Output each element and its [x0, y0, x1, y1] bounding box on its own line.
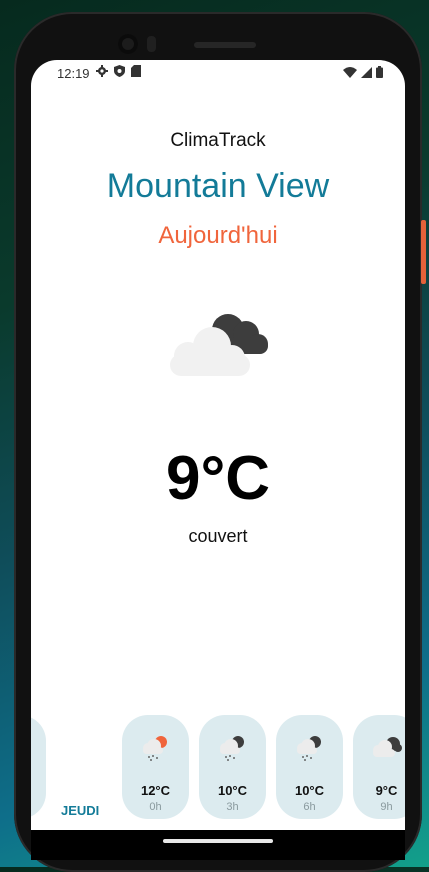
cloudy-icon	[170, 314, 268, 376]
app-screen: 12:19 ClimaTrack Mountain View Aujourd'h…	[31, 60, 405, 830]
forecast-temp: 10°C	[217, 783, 248, 798]
forecast-day-label: JEUDI	[61, 803, 100, 818]
rain-cloud-icon	[297, 736, 321, 761]
status-bar: 12:19	[31, 60, 405, 86]
sensor	[147, 36, 156, 52]
forecast-temp: 12°C	[140, 783, 171, 798]
wifi-icon	[343, 66, 357, 78]
cloudy-icon	[373, 737, 402, 757]
current-temperature: 9°C	[165, 444, 271, 513]
sim-card-icon	[131, 65, 141, 77]
signal-icon	[361, 66, 372, 78]
power-button	[421, 220, 426, 284]
shield-icon	[114, 65, 125, 77]
forecast-card[interactable]: 9°C 9h	[353, 715, 405, 819]
forecast-card-previous[interactable]	[31, 715, 46, 819]
navigation-bar	[31, 830, 405, 860]
forecast-hour: 9h	[380, 801, 393, 813]
battery-icon	[376, 66, 383, 78]
app-title: ClimaTrack	[170, 130, 266, 151]
status-time: 12:19	[57, 66, 90, 81]
home-gesture-handle[interactable]	[163, 839, 273, 843]
speaker	[194, 42, 256, 48]
forecast-temp: 9°C	[375, 783, 398, 798]
forecast-card[interactable]: 10°C 3h	[199, 715, 266, 819]
weather-condition: couvert	[188, 526, 248, 546]
forecast-hour: 0h	[149, 801, 162, 813]
forecast-card[interactable]: 12°C 0h	[122, 715, 189, 819]
rain-sun-icon	[143, 736, 167, 761]
forecast-temp: 10°C	[294, 783, 325, 798]
rain-cloud-icon	[220, 736, 244, 761]
gear-icon	[96, 65, 108, 77]
camera	[118, 34, 138, 54]
forecast-hour: 3h	[226, 801, 239, 813]
forecast-card[interactable]: 10°C 6h	[276, 715, 343, 819]
city-name: Mountain View	[106, 167, 330, 205]
forecast-hour: 6h	[303, 801, 316, 813]
day-label: Aujourd'hui	[158, 222, 278, 249]
